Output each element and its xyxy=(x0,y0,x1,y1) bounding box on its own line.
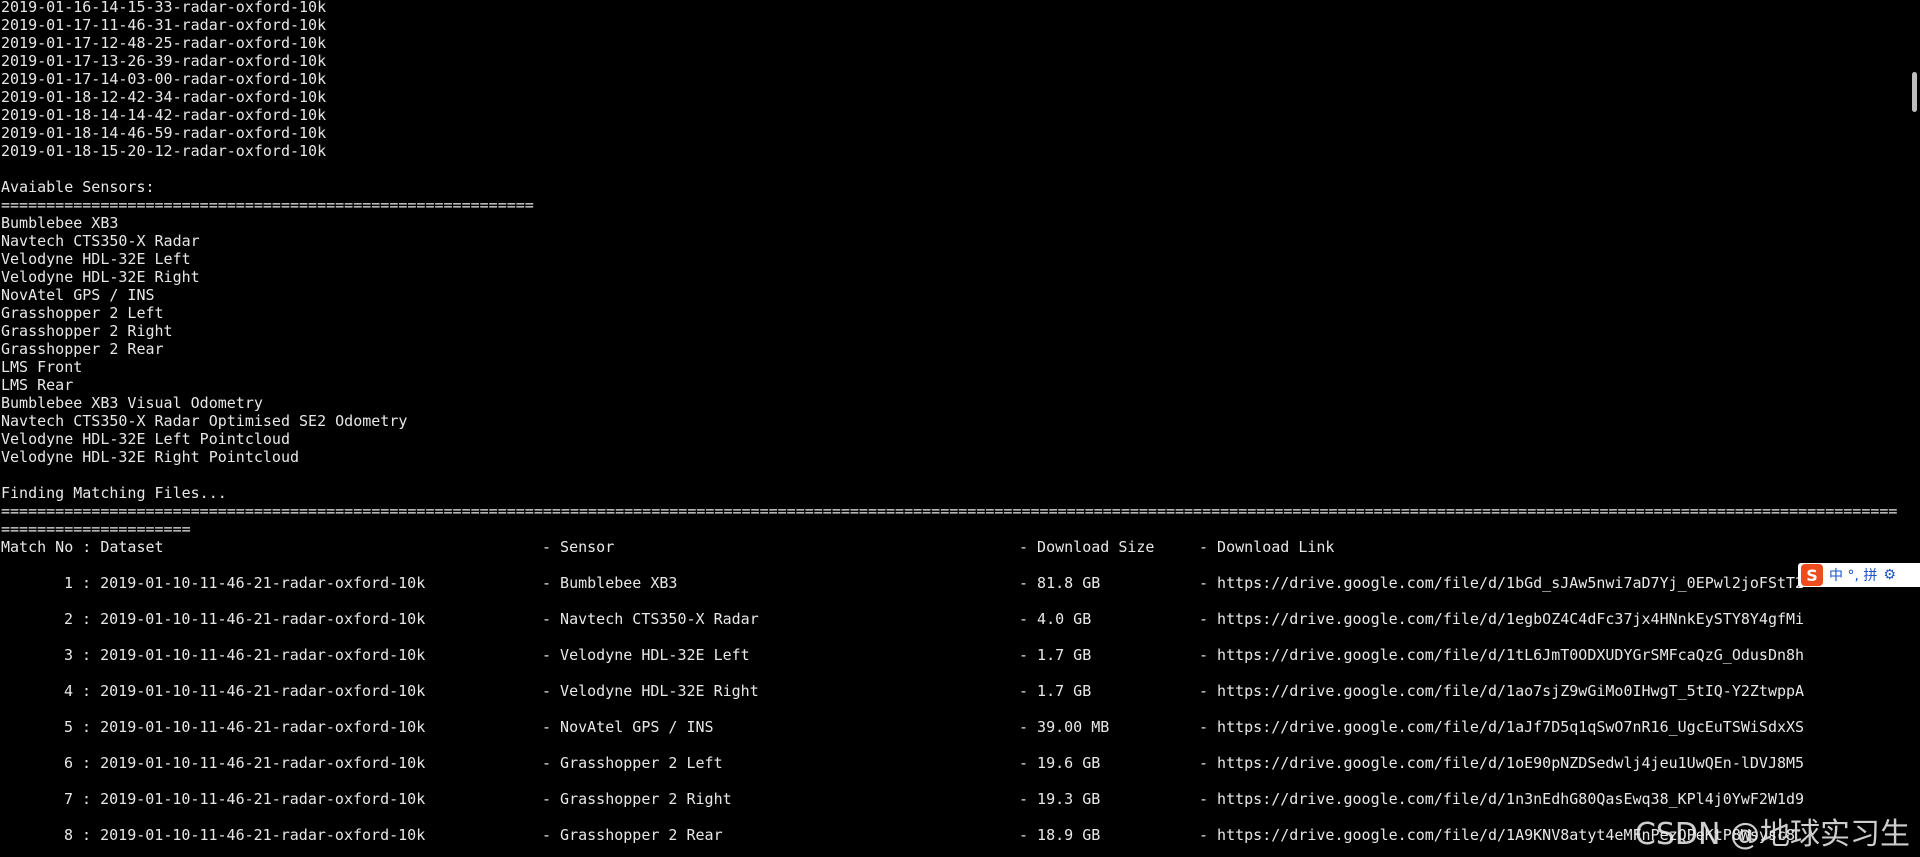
sensor-name: - Velodyne HDL-32E Left xyxy=(542,646,750,664)
header-match-dataset: Match No : Dataset xyxy=(1,538,164,556)
match-dataset: 4 : 2019-01-10-11-46-21-radar-oxford-10k xyxy=(64,682,426,700)
sensor-item: NovAtel GPS / INS xyxy=(1,286,155,304)
sensor-item: Velodyne HDL-32E Right Pointcloud xyxy=(1,448,300,466)
sensor-item: Bumblebee XB3 xyxy=(1,214,119,232)
sogou-logo-icon: S xyxy=(1801,564,1823,586)
download-size: - 18.9 GB xyxy=(1019,826,1101,844)
header-sensor: - Sensor xyxy=(542,538,615,556)
sensor-item: Velodyne HDL-32E Left xyxy=(1,250,191,268)
dataset-line: 2019-01-18-14-14-42-radar-oxford-10k xyxy=(1,106,327,124)
match-dataset: 6 : 2019-01-10-11-46-21-radar-oxford-10k xyxy=(64,754,426,772)
download-link[interactable]: - https://drive.google.com/file/d/1ao7sj… xyxy=(1199,682,1804,700)
sensor-item: Grasshopper 2 Right xyxy=(1,322,173,340)
dataset-line: 2019-01-17-13-26-39-radar-oxford-10k xyxy=(1,52,327,70)
dataset-line: 2019-01-17-14-03-00-radar-oxford-10k xyxy=(1,70,327,88)
sensor-item: Velodyne HDL-32E Right xyxy=(1,268,200,286)
sensor-name: - Grasshopper 2 Left xyxy=(542,754,723,772)
scrollbar[interactable] xyxy=(1908,0,1920,857)
ime-status[interactable]: 中 °, 拼 xyxy=(1829,565,1877,585)
sensor-item: Grasshopper 2 Rear xyxy=(1,340,164,358)
download-size: - 4.0 GB xyxy=(1019,610,1092,628)
match-dataset: 3 : 2019-01-10-11-46-21-radar-oxford-10k xyxy=(64,646,426,664)
download-size: - 19.6 GB xyxy=(1019,754,1101,772)
download-size: - 1.7 GB xyxy=(1019,682,1092,700)
download-size: - 81.8 GB xyxy=(1019,574,1101,592)
sensor-name: - Navtech CTS350-X Radar xyxy=(542,610,759,628)
sensor-name: - Velodyne HDL-32E Right xyxy=(542,682,759,700)
match-dataset: 2 : 2019-01-10-11-46-21-radar-oxford-10k xyxy=(64,610,426,628)
download-link[interactable]: - https://drive.google.com/file/d/1oE90p… xyxy=(1199,754,1804,772)
sensor-name: - Grasshopper 2 Rear xyxy=(542,826,723,844)
scrollbar-thumb[interactable] xyxy=(1912,72,1917,112)
dataset-line: 2019-01-17-12-48-25-radar-oxford-10k xyxy=(1,34,327,52)
download-link[interactable]: - https://drive.google.com/file/d/1aJf7D… xyxy=(1199,718,1804,736)
download-link[interactable]: - https://drive.google.com/file/d/1egbOZ… xyxy=(1199,610,1804,628)
ime-toolbar[interactable]: S 中 °, 拼 ⚙ xyxy=(1798,563,1920,587)
sensor-item: Navtech CTS350-X Radar Optimised SE2 Odo… xyxy=(1,412,408,430)
sensor-name: - Grasshopper 2 Right xyxy=(542,790,732,808)
finding-heading: Finding Matching Files... xyxy=(1,484,227,502)
download-size: - 19.3 GB xyxy=(1019,790,1101,808)
sensor-item: Bumblebee XB3 Visual Odometry xyxy=(1,394,263,412)
terminal-output: 2019-01-16-14-15-33-radar-oxford-10k 2019… xyxy=(0,0,1908,857)
watermark: CSDN @地球实习生 xyxy=(1634,817,1910,852)
dataset-line: 2019-01-16-14-15-33-radar-oxford-10k xyxy=(1,0,327,16)
sensor-name: - Bumblebee XB3 xyxy=(542,574,678,592)
gear-icon[interactable]: ⚙ xyxy=(1883,567,1896,583)
sensor-item: Velodyne HDL-32E Left Pointcloud xyxy=(1,430,290,448)
sensor-item: Navtech CTS350-X Radar xyxy=(1,232,200,250)
header-download-link: - Download Link xyxy=(1199,538,1335,556)
download-link[interactable]: - https://drive.google.com/file/d/1n3nEd… xyxy=(1199,790,1804,808)
match-dataset: 1 : 2019-01-10-11-46-21-radar-oxford-10k xyxy=(64,574,426,592)
header-download-size: - Download Size xyxy=(1019,538,1155,556)
sensor-item: LMS Rear xyxy=(1,376,74,394)
separator: ========================================… xyxy=(1,502,1898,520)
dataset-line: 2019-01-17-11-46-31-radar-oxford-10k xyxy=(1,16,327,34)
separator: ========================================… xyxy=(1,196,534,214)
sensors-heading: Avaiable Sensors: xyxy=(1,178,155,196)
dataset-line: 2019-01-18-15-20-12-radar-oxford-10k xyxy=(1,142,327,160)
sensor-item: LMS Front xyxy=(1,358,83,376)
match-dataset: 5 : 2019-01-10-11-46-21-radar-oxford-10k xyxy=(64,718,426,736)
dataset-line: 2019-01-18-12-42-34-radar-oxford-10k xyxy=(1,88,327,106)
separator: ===================== xyxy=(1,520,191,538)
match-dataset: 7 : 2019-01-10-11-46-21-radar-oxford-10k xyxy=(64,790,426,808)
sensor-name: - NovAtel GPS / INS xyxy=(542,718,714,736)
download-link[interactable]: - https://drive.google.com/file/d/1tL6Jm… xyxy=(1199,646,1804,664)
sensor-item: Grasshopper 2 Left xyxy=(1,304,164,322)
dataset-line: 2019-01-18-14-46-59-radar-oxford-10k xyxy=(1,124,327,142)
match-dataset: 8 : 2019-01-10-11-46-21-radar-oxford-10k xyxy=(64,826,426,844)
download-size: - 39.00 MB xyxy=(1019,718,1110,736)
download-size: - 1.7 GB xyxy=(1019,646,1092,664)
download-link[interactable]: - https://drive.google.com/file/d/1bGd_s… xyxy=(1199,574,1804,592)
